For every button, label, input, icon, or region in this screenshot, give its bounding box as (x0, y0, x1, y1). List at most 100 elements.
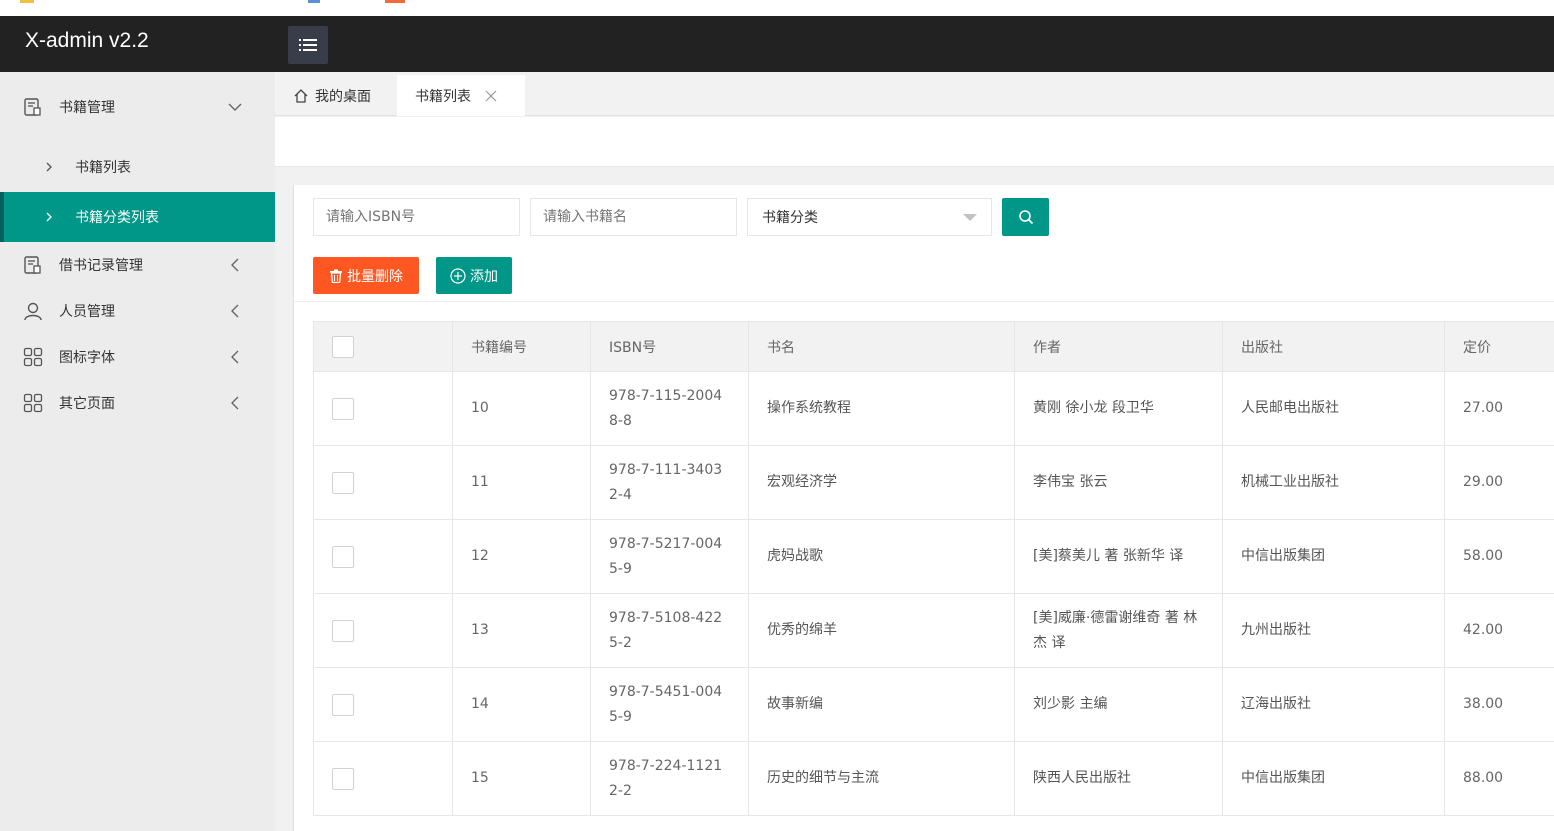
add-label: 添加 (470, 268, 498, 285)
content-card: 书籍分类 批量删除 添加 (294, 185, 1554, 831)
browser-favicon (308, 0, 320, 3)
cell-author: [美]蔡美儿 著 张新华 译 (1014, 519, 1223, 594)
add-button[interactable]: 添加 (436, 257, 512, 294)
chevron-left-icon (231, 350, 239, 364)
book-doc-icon (24, 98, 41, 116)
sidebar-item-personnel[interactable]: 人员管理 (0, 288, 275, 334)
cell-isbn: 978-7-5108-4225-2 (590, 593, 749, 668)
sidebar-subitem-book-list[interactable]: 书籍列表 (0, 142, 275, 192)
cell-publisher: 辽海出版社 (1222, 667, 1445, 742)
header-title: 书名 (748, 321, 1015, 372)
user-icon (24, 302, 42, 321)
cell-price: 58.00 (1444, 519, 1554, 594)
book-doc-icon (24, 256, 41, 274)
table-row: 15 978-7-224-11212-2 历史的细节与主流 陕西人民出版社 中信… (313, 741, 1554, 816)
sidebar-item-other-pages[interactable]: 其它页面 (0, 380, 275, 426)
category-select[interactable]: 书籍分类 (747, 198, 992, 236)
row-checkbox[interactable] (332, 397, 354, 420)
tab-label: 我的桌面 (315, 88, 371, 105)
close-icon[interactable] (485, 90, 497, 102)
cell-author: 黄刚 徐小龙 段卫华 (1014, 371, 1223, 446)
sidebar-subitem-book-category-list[interactable]: 书籍分类列表 (0, 192, 275, 242)
header-publisher: 出版社 (1222, 321, 1445, 372)
cell-publisher: 中信出版集团 (1222, 741, 1445, 816)
tab-book-list[interactable]: 书籍列表 (397, 75, 525, 116)
grid-icon (23, 393, 43, 413)
chevron-left-icon (231, 258, 239, 272)
cell-isbn: 978-7-115-20048-8 (590, 371, 749, 446)
cell-book-id: 10 (452, 371, 591, 446)
app-logo[interactable]: X-admin v2.2 (25, 29, 149, 53)
sidebar-item-label: 人员管理 (59, 304, 115, 320)
cell-title: 虎妈战歌 (748, 519, 1015, 594)
sidebar-item-borrow-records[interactable]: 借书记录管理 (0, 242, 275, 288)
category-select-value: 书籍分类 (762, 210, 818, 226)
tab-bar: 我的桌面 书籍列表 (275, 72, 1554, 116)
cell-price: 29.00 (1444, 445, 1554, 520)
home-icon (294, 88, 308, 103)
cell-price: 38.00 (1444, 667, 1554, 742)
sidebar: 书籍管理 书籍列表 书籍分类列表 借书记录管理 人员管理 图标字体 其它页面 (0, 72, 275, 831)
row-checkbox[interactable] (332, 767, 354, 790)
book-name-search-input[interactable] (530, 198, 737, 236)
header-book-id: 书籍编号 (452, 321, 591, 372)
plus-circle-icon (450, 267, 466, 284)
divider (294, 301, 1554, 302)
row-checkbox[interactable] (332, 545, 354, 568)
cell-price: 27.00 (1444, 371, 1554, 446)
row-checkbox[interactable] (332, 693, 354, 716)
table-row: 12 978-7-5217-0045-9 虎妈战歌 [美]蔡美儿 著 张新华 译… (313, 519, 1554, 594)
cell-title: 优秀的绵羊 (748, 593, 1015, 668)
tab-label: 书籍列表 (415, 88, 471, 105)
table-header-row: 书籍编号 ISBN号 书名 作者 出版社 定价 (313, 321, 1554, 372)
cell-book-id: 14 (452, 667, 591, 742)
header-isbn: ISBN号 (590, 321, 749, 372)
cell-publisher: 机械工业出版社 (1222, 445, 1445, 520)
cell-book-id: 13 (452, 593, 591, 668)
cell-isbn: 978-7-224-11212-2 (590, 741, 749, 816)
cell-title: 操作系统教程 (748, 371, 1015, 446)
caret-down-icon (963, 214, 977, 221)
batch-delete-label: 批量删除 (347, 268, 403, 285)
menu-toggle-button[interactable] (288, 26, 328, 64)
browser-favicon (385, 0, 405, 3)
header-price: 定价 (1444, 321, 1554, 372)
table-row: 14 978-7-5451-0045-9 故事新编 刘少影 主编 辽海出版社 3… (313, 667, 1554, 742)
book-table: 书籍编号 ISBN号 书名 作者 出版社 定价 10 978-7-115-200… (313, 321, 1554, 816)
sidebar-subitem-label: 书籍列表 (75, 160, 131, 176)
cell-price: 88.00 (1444, 741, 1554, 816)
cell-title: 历史的细节与主流 (748, 741, 1015, 816)
select-all-checkbox[interactable] (332, 335, 354, 358)
search-icon (1018, 210, 1033, 225)
cell-isbn: 978-7-111-34032-4 (590, 445, 749, 520)
search-button[interactable] (1002, 198, 1049, 236)
chevron-down-icon (228, 103, 242, 111)
row-checkbox[interactable] (332, 619, 354, 642)
tab-home[interactable]: 我的桌面 (285, 75, 395, 116)
book-table-container: 书籍编号 ISBN号 书名 作者 出版社 定价 10 978-7-115-200… (313, 321, 1554, 831)
chevron-left-icon (231, 304, 239, 318)
table-row: 13 978-7-5108-4225-2 优秀的绵羊 [美]威廉·德雷谢维奇 著… (313, 593, 1554, 668)
header-select-all-cell (313, 321, 453, 372)
grid-icon (23, 347, 43, 367)
browser-strip (0, 0, 1554, 16)
batch-delete-button[interactable]: 批量删除 (313, 257, 419, 294)
cell-book-id: 11 (452, 445, 591, 520)
sidebar-item-label: 图标字体 (59, 350, 115, 366)
sidebar-item-icon-font[interactable]: 图标字体 (0, 334, 275, 380)
header-author: 作者 (1014, 321, 1223, 372)
table-row: 10 978-7-115-20048-8 操作系统教程 黄刚 徐小龙 段卫华 人… (313, 371, 1554, 446)
chevron-right-icon (46, 212, 52, 222)
row-checkbox[interactable] (332, 471, 354, 494)
isbn-search-input[interactable] (313, 198, 520, 236)
sidebar-item-label: 书籍管理 (59, 100, 115, 116)
chevron-right-icon (46, 162, 52, 172)
cell-publisher: 中信出版集团 (1222, 519, 1445, 594)
cell-author: 陕西人民出版社 (1014, 741, 1223, 816)
cell-author: 刘少影 主编 (1014, 667, 1223, 742)
cell-title: 故事新编 (748, 667, 1015, 742)
sidebar-item-book-management[interactable]: 书籍管理 (0, 72, 275, 142)
cell-book-id: 15 (452, 741, 591, 816)
cell-author: [美]威廉·德雷谢维奇 著 林杰 译 (1014, 593, 1223, 668)
chevron-left-icon (231, 396, 239, 410)
